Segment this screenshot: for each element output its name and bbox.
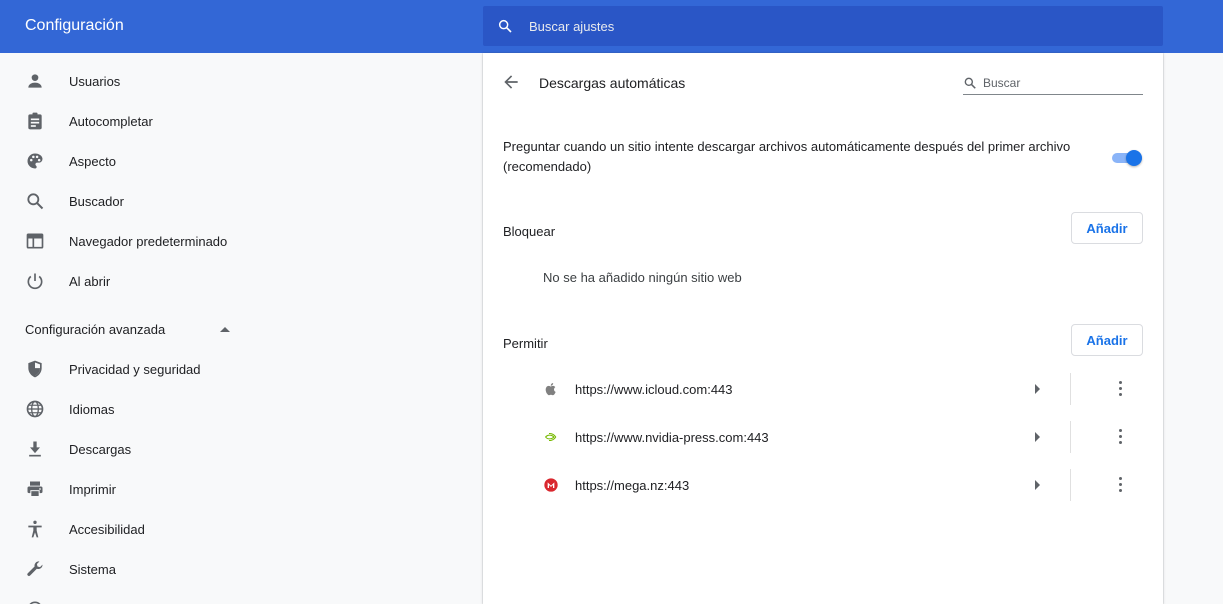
sidebar-item-label: Buscador bbox=[69, 194, 124, 209]
top-bar: Configuración bbox=[0, 0, 1223, 53]
accessibility-icon bbox=[28, 520, 42, 538]
more-options-icon[interactable] bbox=[1109, 473, 1133, 497]
nvidia-icon bbox=[543, 431, 559, 443]
search-icon bbox=[964, 77, 976, 89]
allow-add-button[interactable]: Añadir bbox=[1071, 324, 1143, 356]
caret-up-icon bbox=[220, 327, 230, 332]
allow-section-title: Permitir bbox=[503, 336, 548, 351]
person-icon bbox=[28, 74, 42, 88]
more-options-icon[interactable] bbox=[1109, 425, 1133, 449]
sidebar-item-label: Privacidad y seguridad bbox=[69, 362, 201, 377]
sidebar-item-descargas[interactable]: Descargas bbox=[0, 429, 270, 469]
sidebar-item-label: Idiomas bbox=[69, 402, 115, 417]
sidebar-item-navegador-predeterminado[interactable]: Navegador predeterminado bbox=[0, 221, 270, 261]
power-icon bbox=[27, 273, 43, 290]
wrench-icon bbox=[27, 561, 43, 576]
sidebar-item-label: Descargas bbox=[69, 442, 132, 457]
more-options-icon[interactable] bbox=[1109, 377, 1133, 401]
row-divider bbox=[1070, 421, 1071, 453]
search-icon bbox=[27, 193, 44, 210]
sidebar-item-label: Al abrir bbox=[69, 274, 111, 289]
app-title: Configuración bbox=[25, 17, 124, 34]
sidebar-item-al-abrir[interactable]: Al abrir bbox=[0, 261, 270, 301]
site-row: https://mega.nz:443 bbox=[483, 461, 1163, 509]
page-search-input[interactable] bbox=[983, 73, 1143, 93]
preference-description: Preguntar cuando un sitio intente descar… bbox=[503, 139, 1071, 174]
page-title: Descargas automáticas bbox=[539, 75, 686, 91]
block-section-title: Bloquear bbox=[503, 224, 556, 239]
search-icon bbox=[498, 19, 512, 33]
sidebar-item-label: Sistema bbox=[69, 562, 116, 577]
sidebar-item-label: Usuarios bbox=[69, 74, 121, 89]
sidebar-item-label: Navegador predeterminado bbox=[69, 234, 228, 249]
sidebar-item-imprimir[interactable]: Imprimir bbox=[0, 469, 270, 509]
row-divider bbox=[1070, 373, 1071, 405]
site-url[interactable]: https://mega.nz:443 bbox=[575, 478, 689, 493]
site-row: https://www.nvidia-press.com:443 bbox=[483, 413, 1163, 461]
advanced-settings-toggle[interactable]: Configuración avanzada bbox=[0, 309, 270, 349]
sidebar-item-buscador[interactable]: Buscador bbox=[0, 181, 270, 221]
printer-icon bbox=[27, 481, 43, 497]
sidebar-item-label: Accesibilidad bbox=[69, 522, 145, 537]
globe-icon bbox=[26, 400, 44, 418]
block-empty-message: No se ha añadido ningún sitio web bbox=[543, 270, 742, 285]
sidebar-item-aspecto[interactable]: Aspecto bbox=[0, 141, 270, 181]
site-url[interactable]: https://www.icloud.com:443 bbox=[575, 382, 733, 397]
site-details-arrow[interactable] bbox=[1026, 425, 1050, 449]
sidebar-item-privacidad[interactable]: Privacidad y seguridad bbox=[0, 349, 270, 389]
browser-icon bbox=[26, 233, 44, 249]
palette-icon bbox=[27, 153, 43, 169]
sidebar-item-label: Autocompletar bbox=[69, 114, 153, 129]
sidebar-item-autocompletar[interactable]: Autocompletar bbox=[0, 101, 270, 141]
sidebar-item-partial bbox=[0, 589, 270, 604]
restore-icon bbox=[29, 601, 41, 604]
back-arrow-icon[interactable] bbox=[501, 72, 521, 92]
row-divider bbox=[1070, 469, 1071, 501]
sidebar: Usuarios Autocompletar Aspecto Buscador bbox=[0, 53, 270, 604]
shield-icon bbox=[28, 360, 42, 378]
sidebar-item-sistema[interactable]: Sistema bbox=[0, 549, 270, 589]
sidebar-item-usuarios[interactable]: Usuarios bbox=[0, 61, 270, 101]
sidebar-item-idiomas[interactable]: Idiomas bbox=[0, 389, 270, 429]
mega-icon bbox=[544, 478, 558, 492]
apple-icon bbox=[545, 383, 556, 396]
sidebar-item-label: Imprimir bbox=[69, 482, 116, 497]
sidebar-item-label: Aspecto bbox=[69, 154, 116, 169]
page-search-box[interactable] bbox=[963, 73, 1143, 95]
advanced-settings-label: Configuración avanzada bbox=[25, 322, 166, 337]
site-details-arrow[interactable] bbox=[1026, 473, 1050, 497]
site-details-arrow[interactable] bbox=[1026, 377, 1050, 401]
block-add-button[interactable]: Añadir bbox=[1071, 212, 1143, 244]
ask-download-toggle[interactable] bbox=[1112, 150, 1144, 166]
download-icon bbox=[29, 441, 41, 457]
settings-card: Descargas automáticas Preguntar cuando u… bbox=[483, 53, 1163, 604]
site-row: https://www.icloud.com:443 bbox=[483, 365, 1163, 413]
settings-search-input[interactable] bbox=[529, 6, 1129, 46]
sidebar-item-accesibilidad[interactable]: Accesibilidad bbox=[0, 509, 270, 549]
toggle-knob bbox=[1126, 150, 1142, 166]
clipboard-icon bbox=[28, 112, 42, 130]
settings-search-box[interactable] bbox=[483, 6, 1163, 46]
site-url[interactable]: https://www.nvidia-press.com:443 bbox=[575, 430, 769, 445]
